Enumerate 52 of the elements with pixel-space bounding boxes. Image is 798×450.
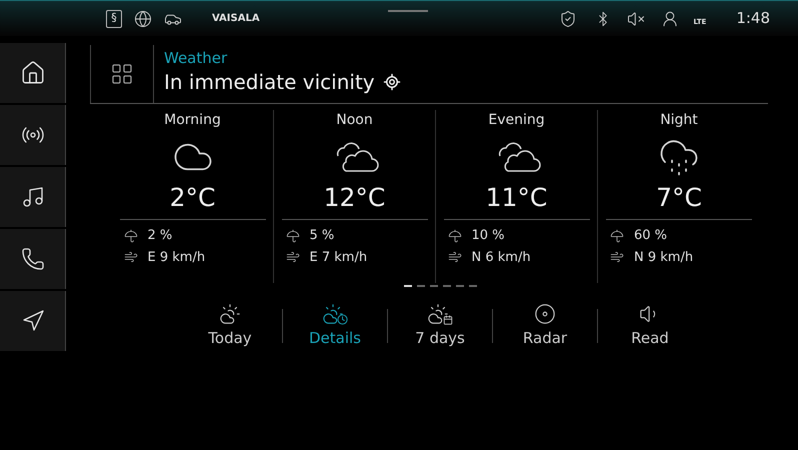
wind-icon <box>610 250 624 264</box>
umbrella-icon <box>610 228 624 243</box>
sun-cloud-icon <box>219 303 241 325</box>
phone-icon <box>20 247 44 271</box>
tab[interactable]: Radar <box>493 303 597 350</box>
precipitation-value: 10 % <box>472 227 505 245</box>
period-label: Evening <box>488 111 545 130</box>
wind-value: N 9 km/h <box>634 248 694 266</box>
wind-icon <box>448 250 462 264</box>
wind-icon <box>286 250 300 264</box>
grid-icon <box>110 62 134 86</box>
apps-button[interactable] <box>90 45 154 103</box>
wind-value: E 7 km/h <box>310 248 368 266</box>
precipitation-value: 60 % <box>634 227 668 245</box>
sun-cloud-clock-icon <box>322 303 348 325</box>
temperature: 11°C <box>486 182 548 214</box>
sidebar-button[interactable] <box>0 43 66 103</box>
sun-cloud-calendar-icon <box>427 303 453 325</box>
umbrella-icon <box>286 228 300 243</box>
umbrella-icon <box>448 228 462 243</box>
period-label: Morning <box>164 111 221 130</box>
drag-handle[interactable] <box>388 10 428 12</box>
home-icon <box>20 60 46 86</box>
info-badge: § <box>106 10 122 28</box>
wind-icon <box>124 250 138 264</box>
screen-title: Weather <box>164 49 228 67</box>
globe-icon <box>134 10 152 28</box>
music-icon <box>20 185 44 209</box>
user-icon[interactable] <box>661 10 680 28</box>
locate-icon[interactable] <box>382 73 401 91</box>
tab[interactable]: Read <box>598 303 702 350</box>
sidebar-button[interactable] <box>0 229 66 289</box>
precipitation-value: 5 % <box>310 227 334 245</box>
tab[interactable]: Today <box>178 303 282 350</box>
wind-value: N 6 km/h <box>472 248 531 266</box>
navigation-icon <box>20 309 44 333</box>
location-label: In immediate vicinity <box>164 69 375 96</box>
precipitation-value: 2 % <box>148 227 172 245</box>
period-label: Noon <box>336 111 373 130</box>
umbrella-icon <box>124 228 138 243</box>
sidebar-button[interactable] <box>0 167 66 227</box>
period-label: Night <box>660 111 698 130</box>
temperature: 12°C <box>324 182 386 214</box>
shield-icon[interactable] <box>559 10 578 28</box>
tab[interactable]: Details <box>283 303 387 350</box>
temperature: 7°C <box>656 182 702 214</box>
wind-value: E 9 km/h <box>148 248 206 266</box>
app-label: VAISALA <box>212 12 260 26</box>
temperature: 2°C <box>170 182 216 214</box>
tab[interactable]: 7 days <box>388 303 492 350</box>
clock: 1:48 <box>736 8 770 30</box>
mute-icon[interactable] <box>627 10 646 28</box>
